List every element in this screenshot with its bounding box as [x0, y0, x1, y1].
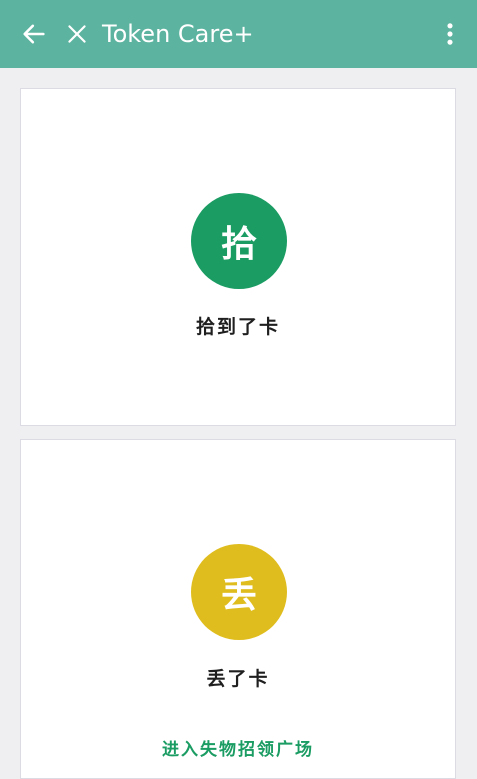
found-card-label: 拾到了卡	[195, 316, 280, 338]
lost-and-found-plaza-link[interactable]: 进入失物招领广场	[21, 735, 455, 760]
found-badge-text: 拾	[220, 224, 257, 265]
found-badge: 拾	[191, 193, 287, 289]
back-arrow-icon[interactable]	[20, 20, 48, 48]
app-bar: Token Care+	[0, 0, 477, 68]
lost-card-label: 丢了卡	[206, 668, 270, 690]
found-card-button[interactable]: 拾 拾到了卡	[20, 88, 456, 426]
lost-badge-text: 丢	[220, 575, 257, 616]
more-vert-icon[interactable]	[436, 20, 464, 48]
lost-badge: 丢	[191, 544, 287, 640]
close-icon[interactable]	[64, 21, 90, 47]
lost-card-button[interactable]: 丢 丢了卡 进入失物招领广场	[20, 439, 456, 779]
app-title: Token Care+	[102, 20, 254, 48]
